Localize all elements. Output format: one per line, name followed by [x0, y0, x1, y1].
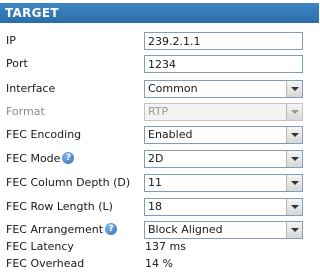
row-fec-row-length: FEC Row Length (L) 18 — [0, 196, 319, 218]
row-fec-latency: FEC Latency 137 ms — [0, 238, 319, 256]
fec-arrangement-select[interactable]: Block Aligned — [144, 221, 303, 239]
port-input[interactable] — [144, 55, 303, 73]
fec-column-depth-select[interactable]: 11 — [144, 174, 303, 192]
format-label: Format — [6, 105, 45, 118]
row-fec-mode: FEC Mode? 2D — [0, 148, 319, 170]
ip-input[interactable] — [144, 32, 303, 50]
fec-overhead-label: FEC Overhead — [6, 257, 85, 270]
interface-label: Interface — [6, 82, 56, 95]
row-format: Format RTP — [0, 101, 319, 123]
fec-latency-label: FEC Latency — [6, 240, 74, 253]
format-select: RTP — [144, 103, 303, 121]
interface-select[interactable]: Common — [144, 80, 303, 98]
target-panel: TARGET IP Port Interface Common Format R… — [0, 0, 319, 278]
chevron-down-icon[interactable] — [286, 222, 302, 238]
fec-latency-value: 137 ms — [145, 240, 186, 253]
help-icon[interactable]: ? — [105, 223, 118, 235]
row-fec-column-depth: FEC Column Depth (D) 11 — [0, 172, 319, 194]
row-fec-overhead: FEC Overhead 14 % — [0, 255, 319, 273]
chevron-down-icon[interactable] — [286, 127, 302, 143]
fec-encoding-label: FEC Encoding — [6, 128, 82, 141]
fec-column-depth-value: 11 — [148, 176, 162, 189]
fec-encoding-value: Enabled — [148, 128, 193, 141]
fec-row-length-value: 18 — [148, 200, 162, 213]
fec-arrangement-label: FEC Arrangement — [6, 223, 104, 236]
fec-mode-label-group: FEC Mode? — [6, 148, 75, 170]
port-label: Port — [6, 57, 28, 70]
chevron-down-icon[interactable] — [286, 81, 302, 97]
chevron-down-icon[interactable] — [286, 175, 302, 191]
fec-row-length-label: FEC Row Length (L) — [6, 200, 113, 213]
fec-overhead-value: 14 % — [145, 257, 173, 270]
fec-arrangement-value: Block Aligned — [148, 223, 223, 236]
chevron-down-icon — [286, 104, 302, 120]
row-port: Port — [0, 53, 319, 75]
fec-mode-value: 2D — [148, 152, 164, 165]
fec-row-length-select[interactable]: 18 — [144, 198, 303, 216]
chevron-down-icon[interactable] — [286, 151, 302, 167]
fec-encoding-select[interactable]: Enabled — [144, 126, 303, 144]
interface-value: Common — [148, 82, 198, 95]
help-icon[interactable]: ? — [62, 152, 75, 164]
fec-mode-select[interactable]: 2D — [144, 150, 303, 168]
fec-mode-label: FEC Mode — [6, 152, 61, 165]
chevron-down-icon[interactable] — [286, 199, 302, 215]
format-value: RTP — [148, 105, 169, 118]
fec-column-depth-label: FEC Column Depth (D) — [6, 176, 131, 189]
row-fec-encoding: FEC Encoding Enabled — [0, 124, 319, 146]
row-interface: Interface Common — [0, 78, 319, 100]
ip-label: IP — [6, 34, 16, 47]
row-ip: IP — [0, 30, 319, 52]
section-header: TARGET — [0, 3, 319, 23]
